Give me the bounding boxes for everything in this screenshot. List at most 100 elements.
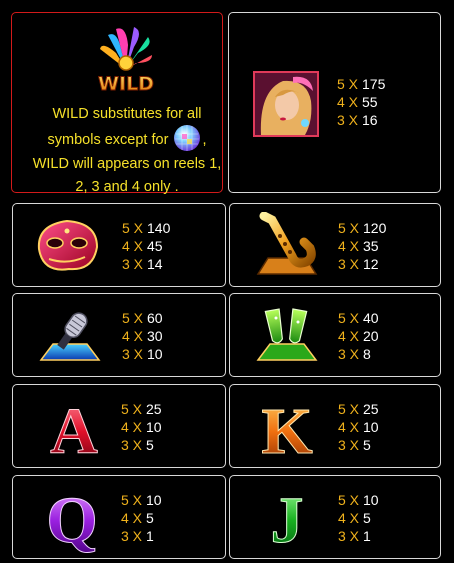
payout-row: 4 X 35 bbox=[338, 237, 386, 255]
payout-row: 4 X 10 bbox=[338, 418, 379, 436]
payout-count: 4 X bbox=[121, 419, 143, 435]
payout-count: 4 X bbox=[338, 238, 360, 254]
payout-value: 175 bbox=[362, 76, 386, 92]
payout-value: 14 bbox=[147, 256, 163, 272]
wild-line-4: 2, 3 and 4 only . bbox=[75, 179, 179, 195]
payout-count: 4 X bbox=[338, 419, 360, 435]
payout-value: 5 bbox=[146, 437, 154, 453]
letter-j-glyph: J bbox=[271, 484, 304, 554]
payout-count: 4 X bbox=[338, 328, 360, 344]
payout-count: 5 X bbox=[337, 76, 359, 92]
disco-ball-icon bbox=[174, 124, 201, 151]
payout-row: 5 X 140 bbox=[122, 219, 170, 237]
symbol-panel-saxophone: 5 X 120 4 X 35 3 X 12 bbox=[229, 203, 441, 287]
payout-row: 4 X 20 bbox=[338, 327, 379, 345]
payout-list: 5 X 10 4 X5 3 X1 bbox=[338, 491, 379, 545]
symbol-panel-j: J 5 X 10 4 X5 3 X1 bbox=[229, 475, 441, 559]
woman-portrait-icon bbox=[253, 71, 319, 137]
payout-row: 3 X8 bbox=[338, 345, 379, 363]
payout-value: 30 bbox=[147, 328, 163, 344]
payout-count: 3 X bbox=[338, 256, 360, 272]
payout-count: 4 X bbox=[122, 328, 144, 344]
payout-count: 5 X bbox=[122, 220, 144, 236]
payout-row: 3 X1 bbox=[121, 527, 162, 545]
payout-count: 4 X bbox=[338, 510, 360, 526]
payout-value: 5 bbox=[363, 510, 371, 526]
symbol-panel-champagne: 5 X 40 4 X 20 3 X8 bbox=[229, 293, 441, 377]
payout-value: 1 bbox=[363, 528, 371, 544]
letter-a-glyph: A bbox=[50, 395, 98, 461]
wild-line-2: symbols except for , bbox=[26, 124, 228, 153]
payout-list: 5 X 175 4 X 55 3 X 16 bbox=[337, 75, 385, 129]
payout-value: 45 bbox=[147, 238, 163, 254]
payout-value: 40 bbox=[363, 310, 379, 326]
payout-row: 5 X 120 bbox=[338, 219, 386, 237]
payout-row: 3 X5 bbox=[338, 436, 379, 454]
wild-logo-text: WILD bbox=[98, 73, 154, 95]
symbol-panel-microphone: 5 X 60 4 X 30 3 X 10 bbox=[12, 293, 226, 377]
payout-count: 5 X bbox=[338, 492, 360, 508]
payout-row: 3 X 10 bbox=[122, 345, 163, 363]
payout-value: 8 bbox=[363, 346, 371, 362]
payout-list: 5 X 25 4 X 10 3 X5 bbox=[338, 400, 379, 454]
payout-row: 4 X 55 bbox=[337, 93, 385, 111]
payout-row: 3 X 16 bbox=[337, 111, 385, 129]
payout-count: 5 X bbox=[122, 310, 144, 326]
payout-count: 4 X bbox=[337, 94, 359, 110]
payout-count: 5 X bbox=[338, 220, 360, 236]
payout-count: 3 X bbox=[122, 256, 144, 272]
microphone-icon bbox=[39, 312, 101, 361]
wild-description: WILD substitutes for all symbols except … bbox=[26, 103, 228, 200]
payout-value: 140 bbox=[147, 220, 171, 236]
symbol-panel-k: K 5 X 25 4 X 10 3 X5 bbox=[229, 384, 441, 468]
letter-q-glyph: Q bbox=[46, 484, 97, 554]
payout-value: 35 bbox=[363, 238, 379, 254]
symbol-panel-a: A 5 X 25 4 X 10 3 X5 bbox=[12, 384, 226, 468]
letter-j-icon: J bbox=[270, 484, 304, 554]
symbol-panel-woman: 5 X 175 4 X 55 3 X 16 bbox=[228, 12, 441, 193]
payout-row: 3 X 14 bbox=[122, 255, 170, 273]
payout-row: 4 X 30 bbox=[122, 327, 163, 345]
payout-row: 5 X 60 bbox=[122, 309, 163, 327]
letter-k-icon: K bbox=[261, 395, 313, 462]
payout-value: 1 bbox=[146, 528, 154, 544]
payout-value: 120 bbox=[363, 220, 387, 236]
wild-logo-icon: WILD bbox=[98, 27, 154, 95]
payout-row: 5 X 10 bbox=[121, 491, 162, 509]
payout-row: 5 X 25 bbox=[338, 400, 379, 418]
payout-value: 25 bbox=[146, 401, 162, 417]
payout-value: 12 bbox=[363, 256, 379, 272]
payout-list: 5 X 25 4 X 10 3 X5 bbox=[121, 400, 162, 454]
payout-list: 5 X 60 4 X 30 3 X 10 bbox=[122, 309, 163, 363]
saxophone-icon bbox=[256, 212, 318, 275]
payout-count: 3 X bbox=[121, 528, 143, 544]
letter-q-icon: Q bbox=[46, 484, 98, 554]
payout-row: 4 X 45 bbox=[122, 237, 170, 255]
payout-row: 5 X 10 bbox=[338, 491, 379, 509]
payout-value: 10 bbox=[147, 346, 163, 362]
payout-count: 3 X bbox=[338, 346, 360, 362]
wild-line-2-comma: , bbox=[202, 131, 207, 148]
payout-count: 3 X bbox=[337, 112, 359, 128]
payout-value: 10 bbox=[146, 492, 162, 508]
payout-count: 5 X bbox=[338, 401, 360, 417]
payout-count: 3 X bbox=[338, 528, 360, 544]
payout-value: 10 bbox=[363, 419, 379, 435]
payout-value: 10 bbox=[146, 419, 162, 435]
payout-row: 5 X 25 bbox=[121, 400, 162, 418]
wild-panel: WILD WILD substitutes for all symbols ex… bbox=[11, 12, 223, 195]
payout-count: 5 X bbox=[121, 401, 143, 417]
payout-value: 5 bbox=[363, 437, 371, 453]
symbol-panel-mask: 5 X 140 4 X 45 3 X 14 bbox=[12, 203, 226, 287]
payout-count: 3 X bbox=[122, 346, 144, 362]
payout-value: 20 bbox=[363, 328, 379, 344]
payout-row: 5 X 175 bbox=[337, 75, 385, 93]
payout-value: 16 bbox=[362, 112, 378, 128]
payout-row: 3 X 12 bbox=[338, 255, 386, 273]
payout-row: 3 X5 bbox=[121, 436, 162, 454]
payout-value: 60 bbox=[147, 310, 163, 326]
payout-row: 4 X 10 bbox=[121, 418, 162, 436]
carnival-mask-icon bbox=[37, 219, 99, 271]
payout-count: 3 X bbox=[121, 437, 143, 453]
payout-row: 5 X 40 bbox=[338, 309, 379, 327]
